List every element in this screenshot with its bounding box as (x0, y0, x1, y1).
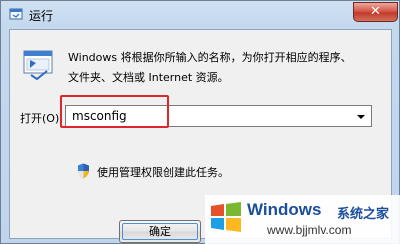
uac-shield-icon (78, 163, 89, 179)
dropdown-arrow-icon[interactable] (357, 115, 365, 119)
close-button[interactable]: ✕ (353, 2, 398, 22)
ok-button-label: 确定 (149, 225, 171, 238)
run-app-icon (9, 8, 23, 20)
window-title: 运行 (29, 9, 54, 23)
highlight-annotation (60, 95, 169, 128)
open-label: 打开(O): (20, 112, 63, 125)
title-bar[interactable]: 运行 ✕ (1, 1, 399, 29)
watermark: Windows 系统之家 www.bjjmlv.com (205, 195, 400, 244)
close-icon: ✕ (370, 4, 381, 19)
dialog-description: Windows 将根据你所输入的名称，为你打开相应的程序、 文件夹、文档或 In… (68, 48, 386, 88)
run-program-icon (23, 50, 53, 81)
watermark-brand: Windows (247, 200, 322, 219)
admin-privilege-note: 使用管理权限创建此任务。 (97, 166, 229, 179)
ok-button[interactable]: 确定 (119, 220, 201, 243)
description-line-1: Windows 将根据你所输入的名称，为你打开相应的程序、 (68, 51, 352, 64)
description-line-2: 文件夹、文档或 Internet 资源。 (68, 71, 229, 84)
watermark-subtitle: 系统之家 (337, 207, 390, 222)
watermark-url: www.bjjmlv.com (267, 223, 352, 237)
windows-logo-icon (211, 202, 241, 232)
